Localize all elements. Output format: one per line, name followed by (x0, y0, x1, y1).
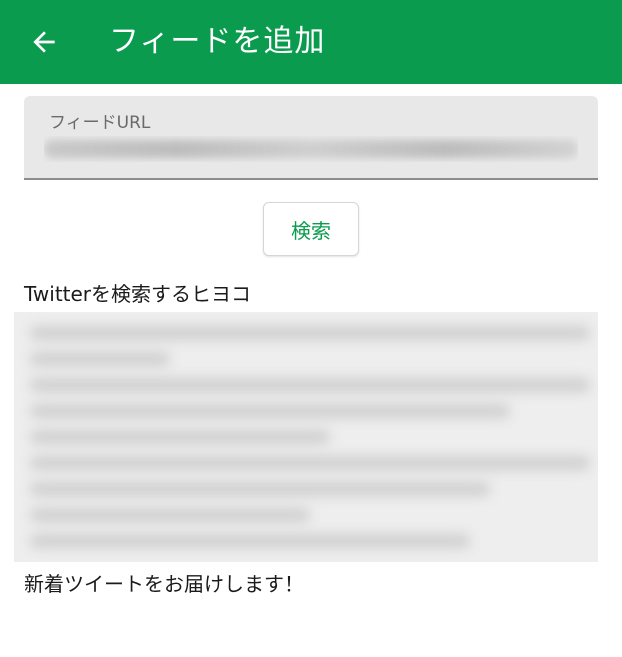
feed-description-redacted (14, 312, 598, 562)
feed-title: Twitterを検索するヒヨコ (24, 282, 252, 306)
page-title: フィードを追加 (109, 24, 326, 59)
feed-subtitle: 新着ツイートをお届けします！ (24, 572, 304, 596)
arrow-left-icon (33, 31, 55, 53)
feed-url-label: フィードURL (49, 113, 151, 133)
redacted-url (44, 140, 578, 158)
feed-url-field[interactable]: フィードURL (24, 96, 598, 180)
search-button[interactable]: 検索 (263, 202, 359, 256)
app-bar: フィードを追加 (0, 0, 622, 84)
back-button[interactable] (24, 22, 64, 62)
feed-url-input[interactable] (44, 136, 578, 162)
